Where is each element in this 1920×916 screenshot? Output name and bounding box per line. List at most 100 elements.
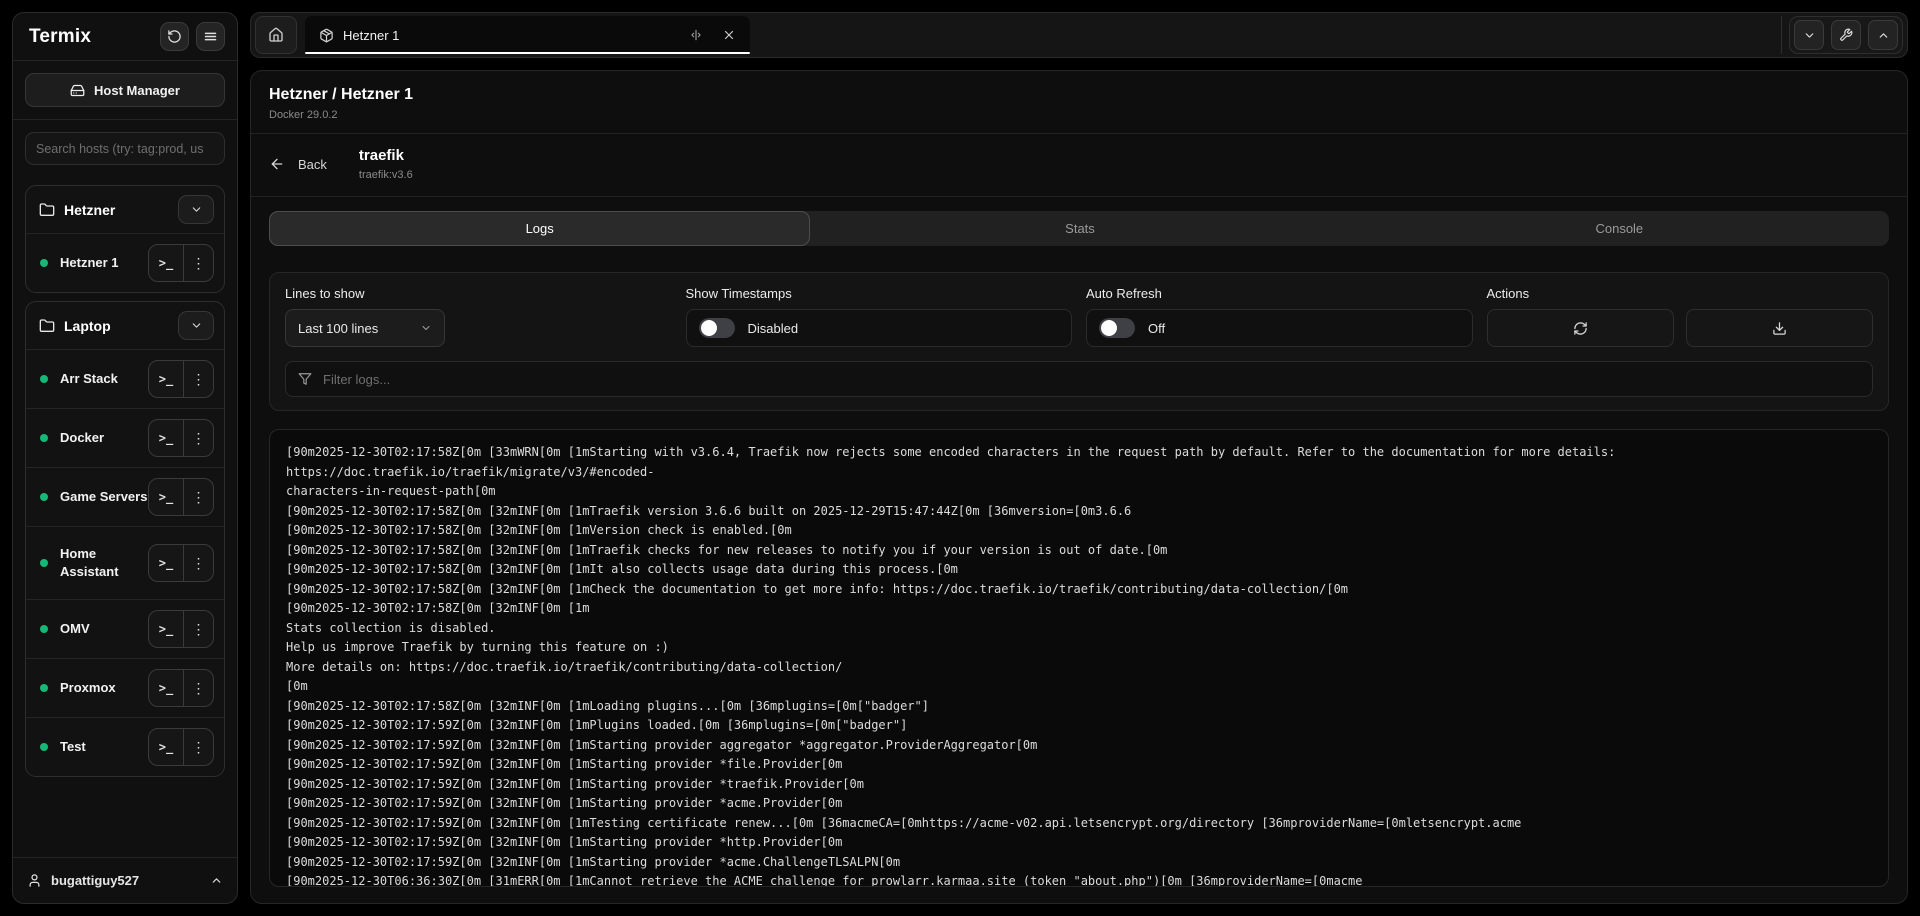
- host-name: Docker: [60, 429, 104, 447]
- host-row-omv[interactable]: OMV >_ ⋮: [26, 599, 224, 658]
- auto-refresh-state: Off: [1148, 321, 1165, 336]
- log-line: [90m2025-12-30T02:17:58Z[0m [32mINF[0m […: [286, 541, 1872, 561]
- open-terminal-button[interactable]: >_: [149, 245, 183, 281]
- home-button[interactable]: [255, 16, 297, 54]
- tools-button[interactable]: [1831, 20, 1861, 50]
- host-menu-button[interactable]: ⋮: [183, 361, 213, 397]
- open-terminal-button[interactable]: >_: [149, 611, 183, 647]
- log-line: [90m2025-12-30T02:17:58Z[0m [32mINF[0m […: [286, 560, 1872, 580]
- filter-funnel-icon: [298, 372, 312, 386]
- terminal-prompt-icon: >_: [159, 372, 173, 386]
- kebab-menu-icon: ⋮: [192, 489, 206, 506]
- log-line: [90m2025-12-30T02:17:59Z[0m [32mINF[0m […: [286, 775, 1872, 795]
- host-menu-button[interactable]: ⋮: [183, 611, 213, 647]
- lines-to-show-group: Lines to show Last 100 lines: [285, 286, 672, 347]
- host-group-laptop: Laptop Arr Stack >_ ⋮: [25, 301, 225, 777]
- tab-console[interactable]: Console: [1350, 211, 1889, 246]
- expand-panel-button[interactable]: [1868, 20, 1898, 50]
- host-row-game-servers[interactable]: Game Servers >_ ⋮: [26, 467, 224, 526]
- host-actions: >_ ⋮: [148, 419, 214, 457]
- host-name: Arr Stack: [60, 370, 118, 388]
- status-dot-online: [40, 259, 48, 267]
- refresh-logs-button[interactable]: [1487, 309, 1674, 347]
- lines-to-show-label: Lines to show: [285, 286, 672, 301]
- tab-hetzner-1[interactable]: Hetzner 1: [305, 16, 750, 54]
- close-tab-icon[interactable]: [722, 28, 736, 42]
- reset-button[interactable]: [160, 22, 189, 51]
- kebab-menu-icon: ⋮: [192, 555, 206, 572]
- folder-icon: [39, 202, 55, 218]
- host-menu-button[interactable]: ⋮: [183, 245, 213, 281]
- status-dot-online: [40, 434, 48, 442]
- log-line: [90m2025-12-30T02:17:58Z[0m [32mINF[0m […: [286, 697, 1872, 717]
- collapse-group-button[interactable]: [178, 311, 214, 340]
- host-manager-section: Host Manager: [13, 61, 237, 120]
- chevron-up-icon: [210, 874, 223, 887]
- host-actions: >_ ⋮: [148, 478, 214, 516]
- group-header[interactable]: Laptop: [26, 302, 224, 349]
- home-icon: [268, 27, 284, 43]
- tab-logs[interactable]: Logs: [269, 211, 810, 246]
- tab-stats[interactable]: Stats: [810, 211, 1349, 246]
- host-menu-button[interactable]: ⋮: [183, 729, 213, 765]
- host-menu-button[interactable]: ⋮: [183, 420, 213, 456]
- host-name: Game Servers: [60, 488, 147, 506]
- kebab-menu-icon: ⋮: [192, 371, 206, 388]
- actions-label: Actions: [1487, 286, 1874, 301]
- auto-refresh-toggle[interactable]: [1099, 318, 1135, 338]
- panel-header: Hetzner / Hetzner 1 Docker 29.0.2: [251, 71, 1907, 134]
- open-terminal-button[interactable]: >_: [149, 729, 183, 765]
- host-row-home-assistant[interactable]: Home Assistant >_ ⋮: [26, 526, 224, 599]
- open-terminal-button[interactable]: >_: [149, 361, 183, 397]
- docker-version: Docker 29.0.2: [269, 109, 1889, 121]
- lines-to-show-select[interactable]: Last 100 lines: [285, 309, 445, 347]
- refresh-icon: [1573, 321, 1588, 336]
- status-dot-online: [40, 684, 48, 692]
- log-line: [90m2025-12-30T02:17:58Z[0m [32mINF[0m […: [286, 599, 1872, 619]
- log-line: [90m2025-12-30T02:17:59Z[0m [32mINF[0m […: [286, 814, 1872, 834]
- host-row-docker[interactable]: Docker >_ ⋮: [26, 408, 224, 467]
- host-manager-button[interactable]: Host Manager: [25, 73, 225, 107]
- sidebar-menu-button[interactable]: [196, 22, 225, 51]
- host-menu-button[interactable]: ⋮: [183, 545, 213, 581]
- host-menu-button[interactable]: ⋮: [183, 670, 213, 706]
- host-actions: >_ ⋮: [148, 544, 214, 582]
- actions-group: Actions: [1487, 286, 1874, 347]
- host-row-proxmox[interactable]: Proxmox >_ ⋮: [26, 658, 224, 717]
- log-line: [90m2025-12-30T02:17:58Z[0m [32mINF[0m […: [286, 502, 1872, 522]
- host-row-test[interactable]: Test >_ ⋮: [26, 717, 224, 776]
- log-line: [90m2025-12-30T02:17:58Z[0m [33mWRN[0m […: [286, 443, 1872, 482]
- host-actions: >_ ⋮: [148, 610, 214, 648]
- main-area: Hetzner 1: [250, 12, 1908, 904]
- search-hosts-input[interactable]: [25, 132, 225, 165]
- open-terminal-button[interactable]: >_: [149, 479, 183, 515]
- open-terminal-button[interactable]: >_: [149, 420, 183, 456]
- download-logs-button[interactable]: [1686, 309, 1873, 347]
- host-groups-list: Hetzner Hetzner 1 >_ ⋮: [13, 171, 237, 857]
- status-dot-online: [40, 743, 48, 751]
- host-row-hetzner-1[interactable]: Hetzner 1 >_ ⋮: [26, 233, 224, 292]
- open-terminal-button[interactable]: >_: [149, 670, 183, 706]
- log-line: [90m2025-12-30T02:17:58Z[0m [32mINF[0m […: [286, 521, 1872, 541]
- back-label: Back: [298, 157, 327, 172]
- tab-bar: Hetzner 1: [250, 12, 1908, 58]
- host-menu-button[interactable]: ⋮: [183, 479, 213, 515]
- user-menu[interactable]: bugattiguy527: [13, 857, 237, 903]
- log-line: [0m: [286, 677, 1872, 697]
- log-line: [90m2025-12-30T02:17:59Z[0m [32mINF[0m […: [286, 716, 1872, 736]
- log-line: [90m2025-12-30T02:17:58Z[0m [32mINF[0m […: [286, 580, 1872, 600]
- host-row-arr-stack[interactable]: Arr Stack >_ ⋮: [26, 349, 224, 408]
- filter-logs-input[interactable]: [323, 372, 1860, 387]
- back-button[interactable]: Back: [269, 156, 327, 172]
- open-terminal-button[interactable]: >_: [149, 545, 183, 581]
- group-header[interactable]: Hetzner: [26, 186, 224, 233]
- collapse-group-button[interactable]: [178, 195, 214, 224]
- collapse-panel-button[interactable]: [1794, 20, 1824, 50]
- split-view-icon[interactable]: [689, 28, 703, 42]
- container-image: traefik:v3.6: [359, 169, 413, 181]
- show-timestamps-toggle[interactable]: [699, 318, 735, 338]
- kebab-menu-icon: ⋮: [192, 430, 206, 447]
- folder-icon: [39, 318, 55, 334]
- log-output[interactable]: [90m2025-12-30T02:17:58Z[0m [33mWRN[0m […: [269, 429, 1889, 887]
- container-info: traefik traefik:v3.6: [359, 147, 413, 181]
